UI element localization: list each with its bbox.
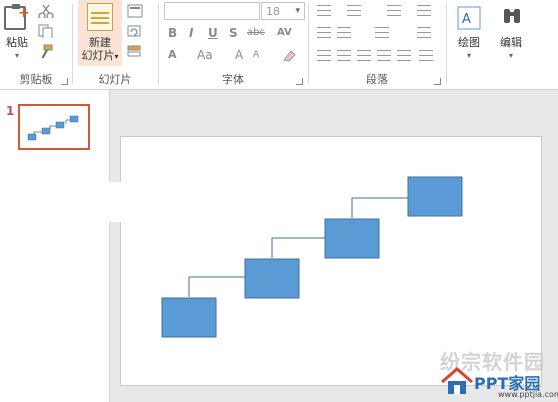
slides-group: 新建 幻灯片▾ ▾ ▾ 幻灯片: [73, 0, 157, 90]
paragraph-group-label: 段落: [366, 73, 388, 86]
paste-badge-icon: +: [18, 5, 30, 21]
diagram-box-3: [324, 218, 380, 259]
slide-thumbnail[interactable]: [18, 104, 90, 150]
columns-icon[interactable]: [375, 27, 389, 38]
format-painter-icon[interactable]: [38, 44, 54, 58]
numbering-icon[interactable]: [347, 5, 361, 16]
connector-2: [271, 237, 325, 258]
watermark-url: www.pptjia.com: [498, 390, 558, 399]
clear-formatting-icon[interactable]: [281, 48, 297, 62]
connector-1: [188, 276, 245, 297]
bullets-icon[interactable]: [317, 5, 331, 16]
shrink-font-button[interactable]: A: [253, 50, 259, 60]
paragraph-group: 段落: [309, 0, 445, 90]
text-direction-icon[interactable]: [417, 5, 431, 16]
align-text-icon[interactable]: [417, 27, 431, 38]
font-size-value: 18: [266, 5, 280, 18]
svg-text:A: A: [462, 12, 471, 27]
paste-icon[interactable]: +: [4, 4, 30, 30]
font-launcher-icon[interactable]: [296, 78, 303, 85]
new-slide-icon: [87, 3, 113, 31]
editing-button[interactable]: 编辑 ▾: [491, 36, 531, 62]
paste-button[interactable]: 粘贴 ▾: [4, 36, 30, 62]
align-right-icon[interactable]: [357, 50, 371, 61]
section-icon[interactable]: ▾: [127, 44, 143, 58]
font-size-combo[interactable]: 18 ▾: [261, 2, 305, 20]
align-center-icon[interactable]: [337, 50, 351, 61]
drawing-label: 绘图: [458, 36, 480, 49]
slide-number: 1: [6, 104, 15, 118]
drawing-button[interactable]: 绘图 ▾: [447, 36, 491, 62]
line-spacing-icon[interactable]: [387, 5, 401, 16]
paste-label: 粘贴: [6, 36, 28, 49]
shadow-button[interactable]: S: [229, 26, 238, 40]
smartart-icon[interactable]: [419, 50, 433, 61]
house-logo-icon: [441, 367, 473, 394]
char-spacing-button[interactable]: AV: [277, 27, 292, 38]
italic-button[interactable]: I: [189, 26, 193, 40]
new-slide-dropdown-icon[interactable]: ▾: [114, 52, 118, 61]
font-name-combo[interactable]: [164, 2, 260, 20]
thumbnail-diagram: [27, 115, 79, 141]
slides-group-label: 幻灯片: [98, 73, 132, 86]
diagram-box-1: [161, 297, 217, 338]
drawing-group: A 绘图 ▾: [447, 0, 491, 90]
bold-button[interactable]: B: [168, 26, 177, 40]
editing-group: 编辑 ▾: [491, 0, 531, 90]
new-slide-label-line2: 幻灯片: [81, 49, 115, 62]
diagram-box-4: [407, 176, 463, 217]
justify-icon[interactable]: [377, 50, 391, 61]
paragraph-launcher-icon[interactable]: [434, 78, 441, 85]
align-left-icon[interactable]: [317, 50, 331, 61]
strikethrough-button[interactable]: abc: [247, 27, 265, 38]
editing-label: 编辑: [500, 36, 522, 49]
clipboard-launcher-icon[interactable]: [61, 78, 68, 85]
font-group: 18 ▾ B I U S abc AV A Aa A A 字体: [159, 0, 307, 90]
font-size-dropdown-icon[interactable]: ▾: [295, 6, 300, 16]
connector-3: [351, 197, 408, 218]
drawing-shapes-icon[interactable]: A: [457, 6, 481, 30]
cut-icon[interactable]: [38, 4, 54, 18]
grow-font-button[interactable]: A: [235, 48, 243, 62]
ribbon: + 粘贴 ▾ ▾ 剪贴板 新建 幻灯片▾: [0, 0, 558, 90]
editing-dropdown-icon[interactable]: ▾: [491, 49, 531, 62]
copy-icon[interactable]: ▾: [38, 24, 54, 38]
layout-icon[interactable]: ▾: [127, 4, 143, 18]
distributed-icon[interactable]: [397, 50, 411, 61]
new-slide-label-line1: 新建: [89, 36, 111, 49]
underline-button[interactable]: U: [208, 26, 218, 40]
new-slide-label: 新建 幻灯片▾: [78, 36, 122, 63]
clipboard-group: + 粘贴 ▾ ▾ 剪贴板: [0, 0, 72, 90]
diagram-box-2: [244, 258, 300, 299]
reset-icon[interactable]: [127, 24, 143, 38]
drawing-dropdown-icon[interactable]: ▾: [447, 49, 491, 62]
blank-overlay: [70, 182, 170, 222]
change-case-button[interactable]: Aa: [197, 48, 213, 62]
text-effects-button[interactable]: A: [168, 48, 177, 61]
font-group-label: 字体: [222, 73, 244, 86]
paste-dropdown-icon[interactable]: ▾: [4, 49, 30, 62]
increase-indent-icon[interactable]: [337, 27, 351, 38]
binoculars-icon[interactable]: [501, 6, 523, 28]
decrease-indent-icon[interactable]: [317, 27, 331, 38]
